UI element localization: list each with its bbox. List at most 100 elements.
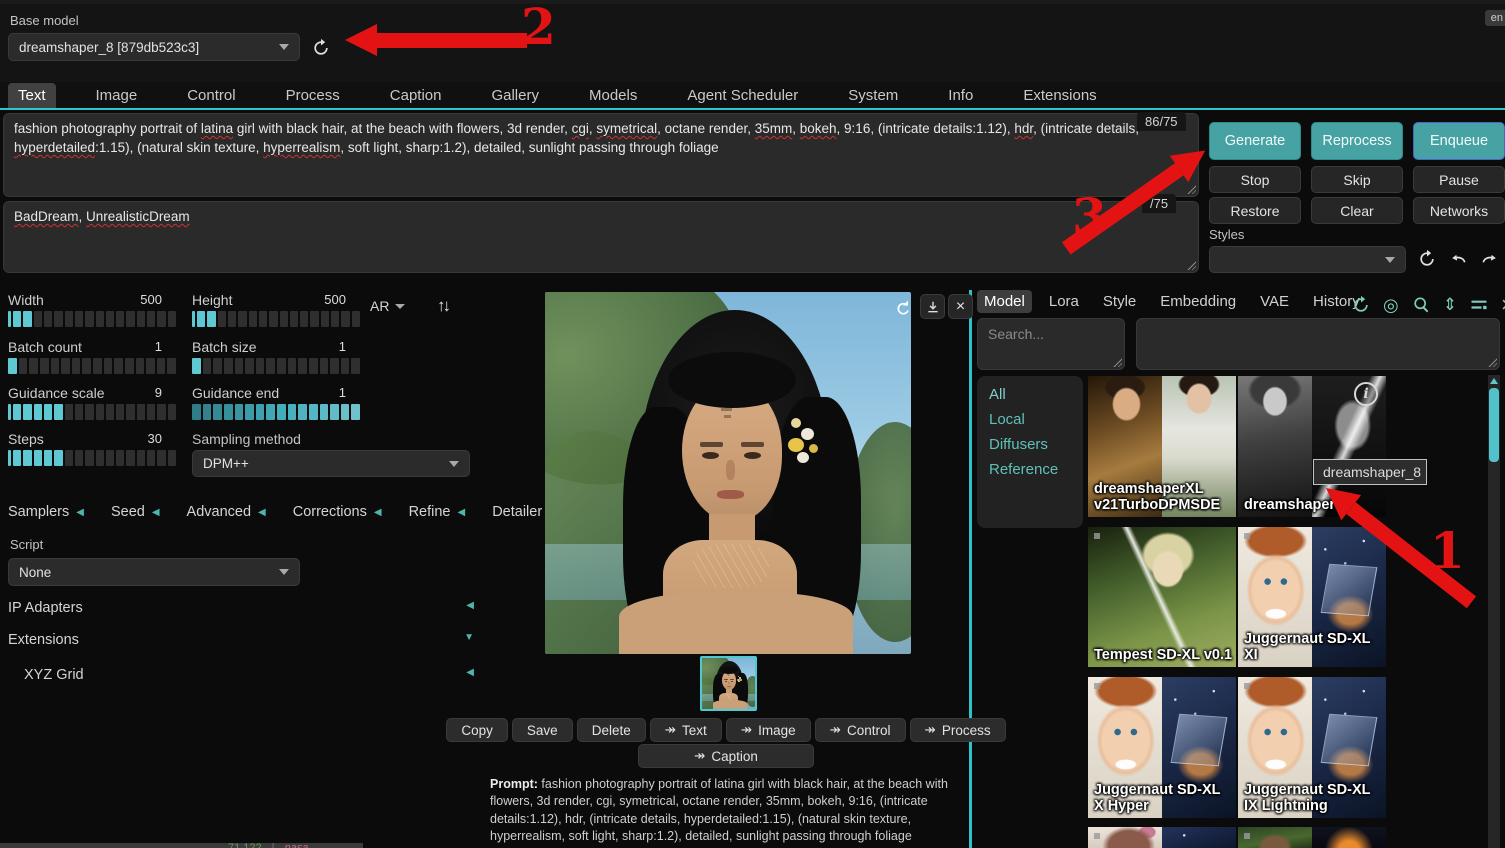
- pause-button[interactable]: Pause: [1413, 166, 1505, 193]
- networks-tab-embedding[interactable]: Embedding: [1153, 290, 1243, 313]
- delete-button[interactable]: Delete: [577, 718, 646, 742]
- xyz-grid-accordion[interactable]: XYZ Grid◀: [24, 667, 474, 683]
- tab-text[interactable]: Text: [8, 83, 56, 108]
- guidance-end-param: Guidance end1: [192, 385, 360, 420]
- extensions-accordion[interactable]: Extensions▼: [8, 632, 474, 648]
- gallery-thumbnail[interactable]: [700, 656, 757, 711]
- tab-image[interactable]: Image: [86, 83, 148, 108]
- height-slider[interactable]: [192, 311, 360, 327]
- refresh-model-icon[interactable]: [308, 35, 334, 61]
- tab-models[interactable]: Models: [579, 83, 647, 108]
- image-prompt-caption: Prompt: fashion photography portrait of …: [490, 776, 952, 845]
- tab-info[interactable]: Info: [938, 83, 983, 108]
- info-icon[interactable]: i: [1354, 382, 1378, 406]
- script-dropdown[interactable]: None: [8, 558, 300, 586]
- batch-count-slider[interactable]: [8, 358, 176, 374]
- networks-button[interactable]: Networks: [1413, 197, 1505, 224]
- styles-save-icon[interactable]: [1478, 247, 1502, 271]
- tab-system[interactable]: System: [838, 83, 908, 108]
- negative-prompt-textarea[interactable]: BadDream, UnrealisticDream: [3, 201, 1199, 273]
- seed-accordion[interactable]: Seed◀: [111, 504, 160, 520]
- steps-slider[interactable]: [8, 450, 176, 466]
- send-to-control-button[interactable]: ↠Control: [815, 718, 906, 742]
- generate-button[interactable]: Generate: [1209, 122, 1301, 160]
- width-slider[interactable]: [8, 311, 176, 327]
- scan-icon[interactable]: ◎: [1383, 295, 1399, 316]
- styles-dropdown[interactable]: [1209, 246, 1406, 273]
- search-placeholder: Search...: [988, 326, 1044, 342]
- send-to-process-button[interactable]: ↠Process: [910, 718, 1006, 742]
- tab-agent-scheduler[interactable]: Agent Scheduler: [677, 83, 808, 108]
- restore-button[interactable]: Restore: [1209, 197, 1301, 224]
- scroll-up-icon[interactable]: [1490, 378, 1498, 384]
- batch-count-param: Batch count1: [8, 339, 176, 374]
- enqueue-button[interactable]: Enqueue: [1413, 122, 1505, 160]
- tab-control[interactable]: Control: [177, 83, 245, 108]
- send-to-caption-button[interactable]: ↠Caption: [638, 744, 814, 768]
- model-card-juggernaut-x-hyper[interactable]: Juggernaut SD-XL X Hyper: [1088, 677, 1236, 818]
- close-image-button[interactable]: ×: [948, 294, 973, 319]
- reprocess-button[interactable]: Reprocess: [1311, 122, 1403, 160]
- view-list-icon[interactable]: [1469, 295, 1489, 315]
- advanced-accordion[interactable]: Advanced◀: [187, 504, 266, 520]
- sampling-method-dropdown[interactable]: DPM++: [192, 450, 470, 477]
- recycle-image-icon[interactable]: [893, 298, 913, 318]
- model-card-juggernaut-ix-lightning[interactable]: Juggernaut SD-XL IX Lightning: [1238, 677, 1386, 818]
- samplers-accordion[interactable]: Samplers◀: [8, 504, 84, 520]
- clear-button[interactable]: Clear: [1311, 197, 1403, 224]
- refresh-icon[interactable]: [1351, 295, 1371, 315]
- generated-image[interactable]: [545, 292, 911, 654]
- download-image-button[interactable]: [920, 294, 945, 319]
- tab-gallery[interactable]: Gallery: [481, 83, 549, 108]
- footer-fragments: 71 122 | nasa: [228, 842, 308, 848]
- refine-accordion[interactable]: Refine◀: [409, 504, 466, 520]
- batch-size-slider[interactable]: [192, 358, 360, 374]
- send-to-text-button[interactable]: ↠Text: [650, 718, 722, 742]
- card-art: [1312, 827, 1386, 848]
- tab-process[interactable]: Process: [276, 83, 350, 108]
- networks-tab-model[interactable]: Model: [977, 290, 1032, 313]
- networks-tab-style[interactable]: Style: [1096, 290, 1143, 313]
- model-card-partial[interactable]: [1088, 827, 1236, 848]
- negative-prompt-text: BadDream, UnrealisticDream: [14, 209, 190, 224]
- guidance-end-slider[interactable]: [192, 404, 360, 420]
- model-card-dreamshaperxl[interactable]: dreamshaperXL v21TurboDPMSDE: [1088, 376, 1236, 517]
- networks-tab-lora[interactable]: Lora: [1042, 290, 1086, 313]
- ar-label: AR: [370, 298, 389, 314]
- swap-dimensions-icon[interactable]: ↑↓: [437, 296, 448, 316]
- prompt-textarea[interactable]: fashion photography portrait of latina g…: [3, 113, 1199, 197]
- corrections-accordion[interactable]: Corrections◀: [293, 504, 382, 520]
- model-card-dreamshaper[interactable]: i dreamshaper: [1238, 376, 1386, 517]
- skip-button[interactable]: Skip: [1311, 166, 1403, 193]
- tab-caption[interactable]: Caption: [380, 83, 452, 108]
- styles-refresh-icon[interactable]: [1415, 247, 1439, 271]
- guidance-scale-value: 9: [155, 385, 162, 401]
- model-card-juggernaut-xi[interactable]: Juggernaut SD-XL XI: [1238, 527, 1386, 667]
- styles-apply-icon[interactable]: [1446, 247, 1470, 271]
- networks-tab-vae[interactable]: VAE: [1253, 290, 1296, 313]
- model-card-partial[interactable]: [1238, 827, 1386, 848]
- base-model-label: Base model: [10, 13, 79, 28]
- stop-button[interactable]: Stop: [1209, 166, 1301, 193]
- tab-extensions[interactable]: Extensions: [1013, 83, 1106, 108]
- ar-dropdown[interactable]: AR: [370, 298, 405, 314]
- networks-description-input[interactable]: [1136, 318, 1500, 370]
- sort-icon[interactable]: ⇕: [1443, 295, 1457, 315]
- filter-local[interactable]: Local: [989, 411, 1071, 428]
- guidance-scale-slider[interactable]: [8, 404, 176, 420]
- filter-all[interactable]: All: [989, 386, 1071, 403]
- search-icon[interactable]: [1411, 295, 1431, 315]
- batch-count-value: 1: [155, 339, 162, 355]
- send-to-image-button[interactable]: ↠Image: [726, 718, 811, 742]
- filter-diffusers[interactable]: Diffusers: [989, 436, 1071, 453]
- filter-reference[interactable]: Reference: [989, 461, 1071, 478]
- base-model-dropdown[interactable]: dreamshaper_8 [879db523c3]: [8, 33, 300, 61]
- networks-search-input[interactable]: Search...: [977, 318, 1125, 370]
- close-icon[interactable]: ×: [1501, 292, 1505, 318]
- model-card-tempest[interactable]: Tempest SD-XL v0.1: [1088, 527, 1236, 667]
- networks-scrollbar[interactable]: [1488, 375, 1500, 848]
- ip-adapters-accordion[interactable]: IP Adapters◀: [8, 600, 474, 616]
- save-button[interactable]: Save: [512, 718, 573, 742]
- scrollbar-thumb[interactable]: [1489, 388, 1499, 462]
- copy-button[interactable]: Copy: [446, 718, 508, 742]
